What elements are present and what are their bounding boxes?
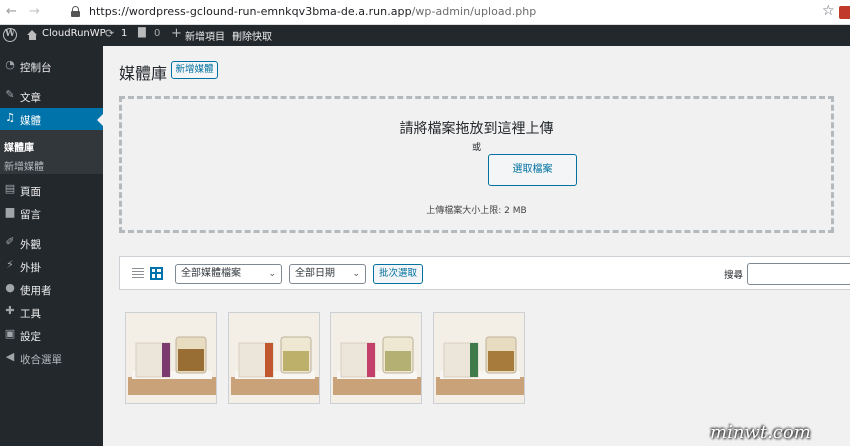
max-upload-size: 上傳檔案大小上限: 2 MB — [426, 206, 527, 216]
brush-icon: ✐ — [5, 235, 15, 248]
add-new-media-button[interactable]: 新增媒體 — [171, 61, 218, 79]
back-arrow-icon[interactable]: ← — [6, 4, 17, 19]
comment-bubble-icon[interactable]: ▇ — [138, 27, 146, 38]
sidebar-item-posts[interactable]: ✎ 文章 — [0, 85, 103, 107]
sidebar-item-label: 收合選單 — [20, 354, 62, 366]
user-icon: ● — [5, 281, 15, 294]
submenu-item-library[interactable]: 媒體庫 — [4, 139, 34, 154]
dropzone-or-text: 或 — [471, 143, 481, 153]
clear-cache-link[interactable]: 刪除快取 — [232, 28, 272, 43]
bookmark-star-icon[interactable]: ☆ — [822, 3, 835, 19]
comment-icon: ▆ — [5, 205, 15, 218]
updates-icon[interactable]: ⟳ — [105, 27, 114, 40]
sidebar-item-label: 外觀 — [20, 239, 41, 251]
grid-view-icon[interactable] — [150, 267, 163, 280]
sidebar-item-label: 使用者 — [20, 285, 52, 297]
page-icon: ▤ — [4, 182, 16, 195]
media-type-value: 全部媒體檔案 — [181, 268, 241, 279]
sidebar-item-label: 控制台 — [20, 62, 52, 74]
admin-sidebar: ◔ 控制台 ✎ 文章 ♫ 媒體 媒體庫 新增媒體 ▤ 頁面 ▆ 留言 ✐ 外觀 … — [0, 46, 103, 446]
media-icon: ♫ — [5, 111, 15, 124]
sidebar-item-label: 設定 — [20, 331, 41, 343]
media-toolbar: 全部媒體檔案 ⌄ 全部日期 ⌄ 批次選取 搜尋 — [119, 256, 850, 290]
site-name-link[interactable]: CloudRunWP — [42, 28, 106, 39]
settings-icon: ▣ — [4, 327, 16, 340]
upload-dropzone[interactable]: 請將檔案拖放到這裡上傳 或 選取檔案 上傳檔案大小上限: 2 MB — [119, 96, 834, 233]
collapse-icon: ◀ — [5, 350, 15, 363]
forward-arrow-icon[interactable]: → — [29, 4, 40, 19]
tea-product-image — [229, 313, 319, 403]
sidebar-item-label: 外掛 — [20, 262, 41, 274]
sidebar-collapse-menu[interactable]: ◀ 收合選單 — [0, 347, 103, 369]
bulk-select-button[interactable]: 批次選取 — [373, 264, 423, 284]
media-thumbnail[interactable] — [125, 312, 217, 404]
browser-toolbar: ← → https://wordpress-gclound-run-emnkqv… — [0, 0, 850, 25]
home-icon[interactable] — [27, 30, 38, 40]
sidebar-item-settings[interactable]: ▣ 設定 — [0, 324, 103, 346]
sidebar-item-pages[interactable]: ▤ 頁面 — [0, 179, 103, 201]
sidebar-item-label: 文章 — [20, 92, 41, 104]
media-thumbnail[interactable] — [228, 312, 320, 404]
plugin-icon: ⚡ — [6, 258, 14, 271]
chevron-down-icon: ⌄ — [268, 269, 276, 279]
updates-count[interactable]: 1 — [121, 28, 127, 39]
sidebar-item-users[interactable]: ● 使用者 — [0, 278, 103, 300]
wrench-icon: ✚ — [5, 304, 15, 317]
list-view-icon[interactable] — [132, 268, 144, 279]
sidebar-item-label: 留言 — [20, 209, 41, 221]
sidebar-item-appearance[interactable]: ✐ 外觀 — [0, 232, 103, 254]
address-bar[interactable]: https://wordpress-gclound-run-emnkqv3bma… — [89, 5, 536, 18]
comments-count[interactable]: 0 — [154, 28, 160, 39]
tea-product-image — [434, 313, 524, 403]
search-label: 搜尋 — [724, 270, 744, 281]
tea-product-image — [126, 313, 216, 403]
tea-product-image — [331, 313, 421, 403]
date-select[interactable]: 全部日期 ⌄ — [289, 264, 366, 284]
new-item-link[interactable]: 新增項目 — [185, 28, 225, 43]
watermark: minwt.com — [710, 422, 811, 443]
url-path: /wp-admin/upload.php — [411, 5, 537, 18]
wordpress-logo-icon[interactable]: W — [3, 28, 17, 42]
url-host: https://wordpress-gclound-run-emnkqv3bma… — [89, 5, 412, 18]
select-files-button[interactable]: 選取檔案 — [488, 154, 577, 186]
sidebar-item-media[interactable]: ♫ 媒體 — [0, 108, 103, 130]
sidebar-item-comments[interactable]: ▆ 留言 — [0, 202, 103, 224]
date-value: 全部日期 — [295, 268, 335, 279]
sidebar-item-label: 工具 — [20, 308, 41, 320]
lock-icon[interactable] — [71, 6, 80, 17]
search-input[interactable] — [747, 263, 850, 285]
dropzone-heading: 請將檔案拖放到這裡上傳 — [399, 121, 554, 137]
pin-icon: ✎ — [5, 88, 15, 101]
media-submenu: 媒體庫 新增媒體 — [0, 130, 103, 174]
media-thumbnail[interactable] — [433, 312, 525, 404]
sidebar-item-label: 媒體 — [20, 115, 41, 127]
dashboard-icon: ◔ — [5, 58, 15, 71]
sidebar-item-label: 頁面 — [20, 186, 41, 198]
sidebar-item-tools[interactable]: ✚ 工具 — [0, 301, 103, 323]
submenu-item-add-new[interactable]: 新增媒體 — [4, 158, 44, 173]
page-title: 媒體庫 — [119, 64, 168, 83]
extension-icon[interactable] — [839, 6, 850, 19]
active-indicator — [97, 114, 103, 126]
media-type-select[interactable]: 全部媒體檔案 ⌄ — [175, 264, 282, 284]
plus-icon[interactable]: + — [171, 26, 182, 41]
sidebar-item-dashboard[interactable]: ◔ 控制台 — [0, 55, 103, 77]
media-thumbnail[interactable] — [330, 312, 422, 404]
chevron-down-icon: ⌄ — [352, 269, 360, 279]
sidebar-item-plugins[interactable]: ⚡ 外掛 — [0, 255, 103, 277]
wp-admin-bar: W CloudRunWP ⟳ 1 ▇ 0 + 新增項目 刪除快取 — [0, 25, 850, 46]
